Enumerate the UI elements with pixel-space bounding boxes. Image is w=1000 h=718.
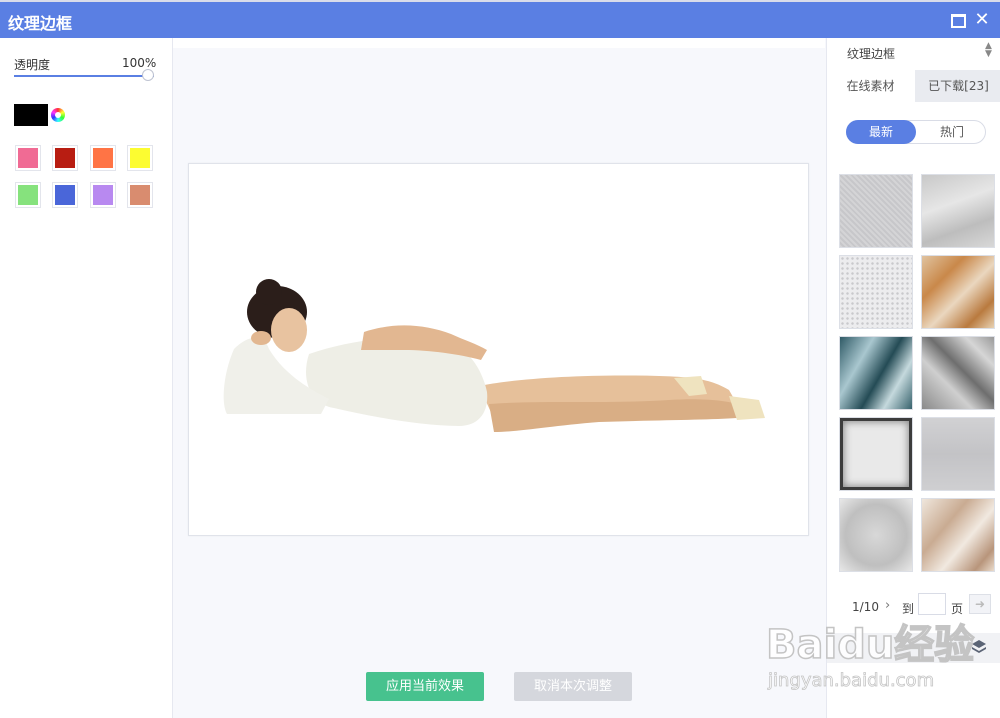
texture-thumbnail[interactable] [921, 336, 995, 410]
cancel-adjustment-button[interactable]: 取消本次调整 [514, 672, 632, 701]
filter-popular-button[interactable]: 热门 [917, 120, 987, 144]
texture-thumbnail[interactable] [921, 417, 995, 491]
apply-effect-button[interactable]: 应用当前效果 [366, 672, 484, 701]
texture-thumbnail[interactable] [839, 174, 913, 248]
tab-online-materials[interactable]: 在线素材 [827, 70, 914, 102]
color-swatch-green[interactable] [15, 182, 41, 208]
texture-thumbnail[interactable] [921, 498, 995, 572]
texture-thumbnail[interactable] [839, 417, 913, 491]
next-page-icon[interactable]: › [885, 598, 890, 613]
texture-thumbnail[interactable] [839, 336, 913, 410]
color-swatch-pink[interactable] [15, 145, 41, 171]
watermark-logo: Baidu经验 [765, 621, 975, 669]
color-swatch-yellow[interactable] [127, 145, 153, 171]
color-picker-icon[interactable] [51, 108, 65, 122]
opacity-label: 透明度 [14, 58, 51, 72]
texture-thumbnail[interactable] [839, 255, 913, 329]
opacity-slider-track[interactable] [14, 75, 154, 77]
sort-arrows-icon: ▲ ▼ [985, 41, 992, 59]
opacity-slider-handle[interactable] [142, 69, 154, 81]
go-page-button[interactable]: ➜ [969, 594, 991, 614]
category-select[interactable]: 纹理边框 ▲ ▼ [827, 38, 1000, 66]
canvas-area: 应用当前效果 取消本次调整 [173, 38, 825, 718]
color-swatch-tan[interactable] [127, 182, 153, 208]
texture-thumbnail[interactable] [921, 255, 995, 329]
tab-downloaded[interactable]: 已下载[23] [915, 70, 1000, 102]
color-swatch-purple[interactable] [90, 182, 116, 208]
photo-preview [188, 163, 809, 536]
texture-thumbnail[interactable] [839, 498, 913, 572]
baidu-watermark: Baidu经验 jingyan.baidu.com [765, 612, 986, 702]
color-swatch-blue[interactable] [52, 182, 78, 208]
window-title: 纹理边框 [8, 14, 73, 33]
close-icon[interactable]: ✕ [972, 10, 992, 30]
maximize-icon[interactable] [948, 10, 968, 30]
sort-toggle: 最新 热门 [846, 120, 986, 144]
filter-newest-button[interactable]: 最新 [846, 120, 916, 144]
texture-thumbnail[interactable] [921, 174, 995, 248]
left-panel: 透明度 100% [0, 38, 173, 718]
title-bar: 纹理边框 ✕ [0, 0, 1000, 38]
category-label: 纹理边框 [847, 47, 896, 61]
watermark-url: jingyan.baidu.com [768, 670, 935, 692]
opacity-value: 100% [122, 56, 157, 70]
current-color-swatch[interactable] [14, 104, 48, 126]
color-swatch-orange[interactable] [90, 145, 116, 171]
color-swatch-dark-red[interactable] [52, 145, 78, 171]
model-photo [223, 279, 765, 432]
